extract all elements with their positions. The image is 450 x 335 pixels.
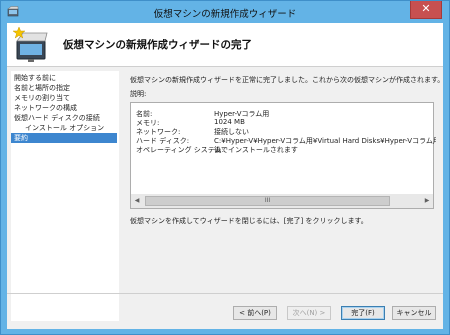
next-button[interactable]: 次へ(N) > (287, 306, 331, 320)
summary-key: ネットワーク: (136, 128, 181, 136)
back-button[interactable]: < 前へ(P) (233, 306, 277, 320)
close-icon: ✕ (421, 2, 431, 15)
summary-key: 名前: (136, 110, 153, 118)
step-virtual-hard-disk[interactable]: 仮想ハード ディスクの接続 (11, 113, 117, 123)
horizontal-scrollbar[interactable]: ◀ III ▶ (131, 194, 433, 208)
summary-row: メモリ: 1024 MB (136, 118, 436, 127)
title-bar[interactable]: 仮想マシンの新規作成ウィザード ✕ (1, 1, 449, 23)
step-name-and-location[interactable]: 名前と場所の指定 (11, 83, 117, 93)
summary-row: ネットワーク: 接続しない (136, 127, 436, 136)
virtual-machine-wizard-icon (12, 27, 48, 62)
finish-instructions: 仮想マシンを作成してウィザードを閉じるには、[完了] をクリックします。 (130, 217, 368, 225)
wizard-window: 仮想マシンの新規作成ウィザード ✕ 仮想マシンの新規作成ウィザードの完了 開始す… (0, 0, 450, 335)
completion-description: 仮想マシンの新規作成ウィザードを正常に完了しました。これから次の仮想マシンが作成… (130, 76, 445, 84)
summary-value: 1024 MB (214, 118, 245, 126)
summary-key: ハード ディスク: (136, 137, 190, 145)
summary-value: 後でインストールされます (214, 146, 298, 154)
wizard-header: 仮想マシンの新規作成ウィザードの完了 (7, 23, 443, 67)
step-network[interactable]: ネットワークの構成 (11, 103, 117, 113)
summary-row: ハード ディスク: C:¥Hyper-V¥Hyper-Vコラム用¥Virtual… (136, 136, 436, 145)
summary-value: 接続しない (214, 128, 249, 136)
close-button[interactable]: ✕ (410, 1, 442, 19)
scroll-thumb[interactable]: III (145, 196, 390, 206)
summary-box[interactable]: 名前: Hyper-Vコラム用 メモリ: 1024 MB ネットワーク: 接続し… (130, 102, 436, 209)
cancel-button[interactable]: キャンセル (392, 306, 436, 320)
finish-button[interactable]: 完了(F) (341, 306, 385, 320)
footer-divider (7, 293, 443, 294)
wizard-body: 仮想マシンの新規作成ウィザードの完了 開始する前に 名前と場所の指定 メモリの割… (7, 23, 445, 329)
step-summary[interactable]: 要約 (11, 133, 117, 143)
page-title: 仮想マシンの新規作成ウィザードの完了 (63, 39, 252, 51)
grip-icon: III (264, 197, 271, 204)
summary-label: 説明: (130, 90, 147, 98)
summary-row: オペレーティング システム: 後でインストールされます (136, 145, 436, 154)
step-memory[interactable]: メモリの割り当て (11, 93, 117, 103)
summary-value: Hyper-Vコラム用 (214, 110, 270, 118)
step-before-you-begin[interactable]: 開始する前に (11, 73, 117, 83)
scroll-right-icon[interactable]: ▶ (421, 194, 433, 208)
summary-key: オペレーティング システム: (136, 146, 224, 154)
summary-row: 名前: Hyper-Vコラム用 (136, 109, 436, 118)
wizard-step-list: 開始する前に 名前と場所の指定 メモリの割り当て ネットワークの構成 仮想ハード… (11, 71, 119, 321)
scroll-left-icon[interactable]: ◀ (131, 194, 143, 208)
window-title: 仮想マシンの新規作成ウィザード (153, 9, 297, 20)
summary-key: メモリ: (136, 119, 160, 127)
step-installation-options[interactable]: インストール オプション (11, 123, 117, 133)
summary-value: C:¥Hyper-V¥Hyper-Vコラム用¥Virtual Hard Disk… (214, 137, 436, 145)
